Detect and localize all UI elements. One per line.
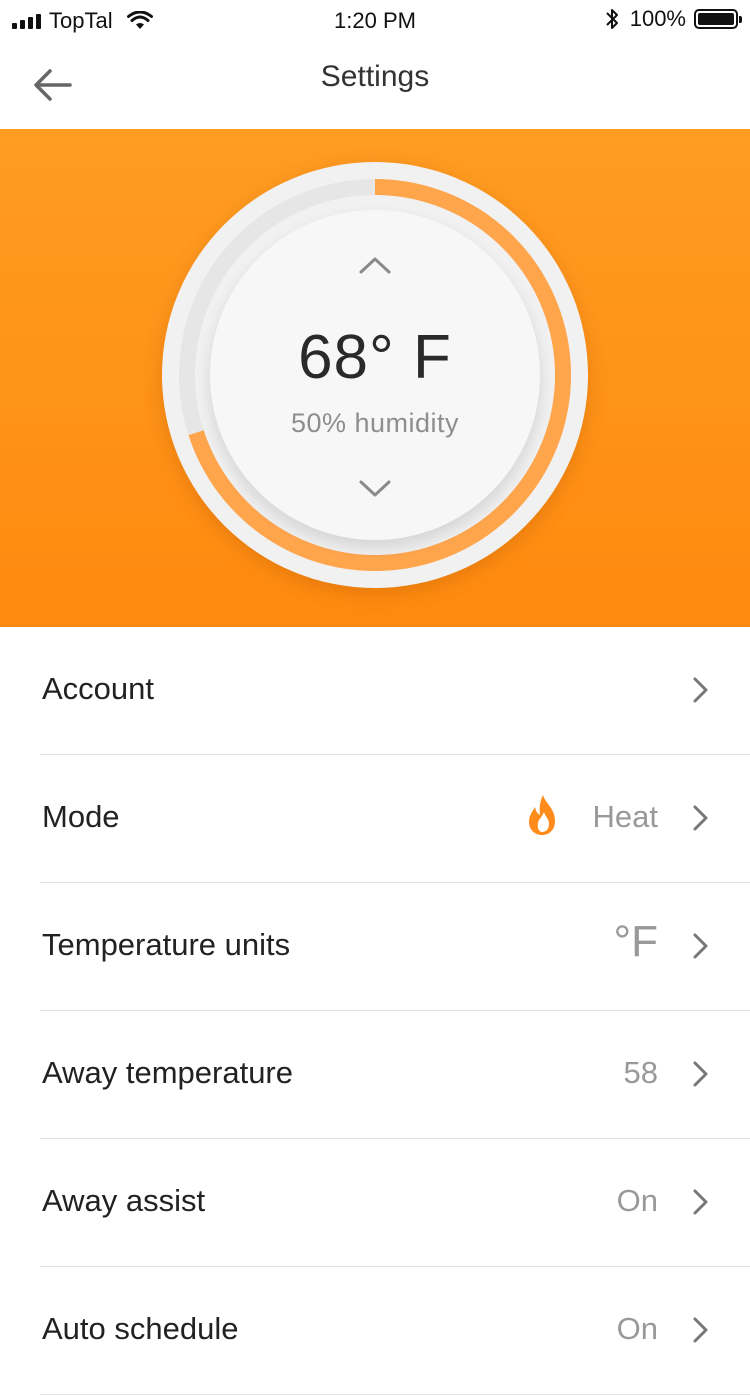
nav-bar: Settings (0, 40, 750, 128)
row-label: Temperature units (42, 927, 291, 962)
settings-list: Account Mode Heat Temperature units °F A… (0, 627, 750, 1395)
increase-temperature-button[interactable] (353, 250, 397, 280)
page-title: Settings (320, 60, 430, 93)
chevron-right-icon (693, 1189, 708, 1215)
settings-row-auto-schedule[interactable]: Auto schedule On (40, 1267, 750, 1395)
row-label: Mode (42, 799, 120, 834)
thermostat-dial[interactable]: 68° F 50% humidity (162, 162, 588, 588)
chevron-right-icon (693, 805, 708, 831)
row-value: Heat (592, 799, 658, 834)
row-value: On (616, 1183, 658, 1218)
chevron-right-icon (693, 933, 708, 959)
row-value: °F (613, 917, 658, 966)
chevron-right-icon (693, 1317, 708, 1343)
status-right: 100% (604, 6, 742, 32)
current-temperature: 68° F (298, 323, 452, 392)
row-label: Away temperature (42, 1055, 293, 1090)
battery-percent: 100% (629, 6, 686, 31)
humidity-label: 50% humidity (290, 408, 460, 438)
row-label: Away assist (42, 1183, 206, 1218)
chevron-down-icon (359, 480, 391, 497)
status-bar: TopTal 1:20 PM 100% (0, 0, 750, 40)
chevron-right-icon (693, 1061, 708, 1087)
row-label: Account (42, 671, 155, 706)
settings-row-mode[interactable]: Mode Heat (40, 755, 750, 883)
chevron-right-icon (693, 677, 708, 703)
chevron-up-icon (359, 257, 391, 274)
battery-icon (694, 9, 742, 29)
row-value: 58 (623, 1055, 658, 1090)
bluetooth-icon (606, 9, 618, 29)
battery-fill (698, 13, 734, 25)
settings-row-away-assist[interactable]: Away assist On (40, 1139, 750, 1267)
thermostat-hero: 68° F 50% humidity (0, 129, 750, 627)
dial-face: 68° F 50% humidity (210, 210, 540, 540)
settings-row-account[interactable]: Account (40, 627, 750, 755)
row-label: Auto schedule (42, 1311, 239, 1346)
decrease-temperature-button[interactable] (353, 474, 397, 504)
settings-row-temperature-units[interactable]: Temperature units °F (40, 883, 750, 1011)
row-value: On (616, 1311, 658, 1346)
settings-row-away-temperature[interactable]: Away temperature 58 (40, 1011, 750, 1139)
flame-icon (529, 795, 555, 835)
